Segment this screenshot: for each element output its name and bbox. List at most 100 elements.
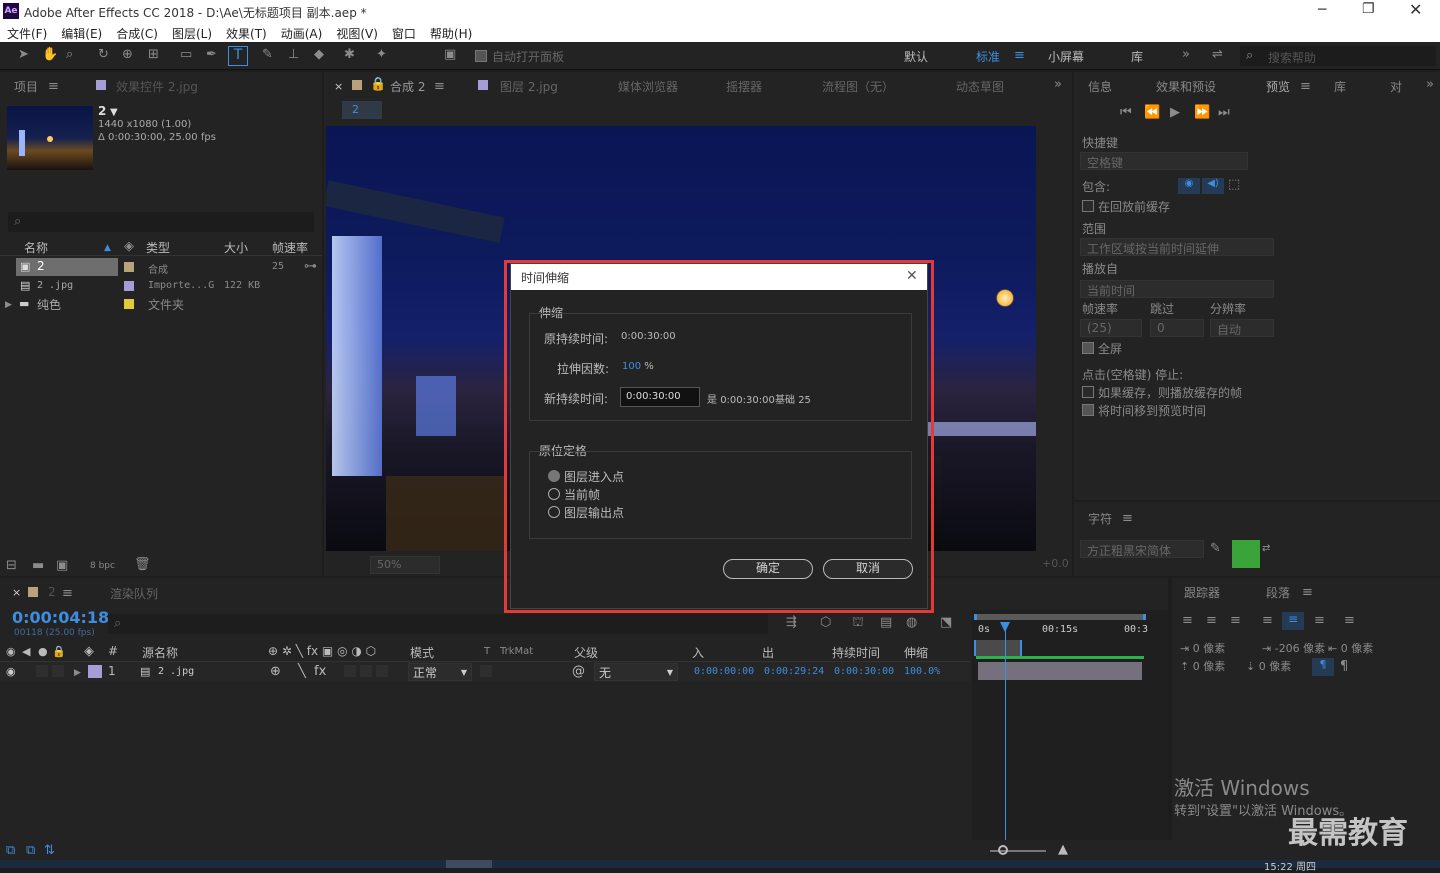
tab-preview[interactable]: 预览 (1266, 78, 1290, 95)
swap-colors-icon[interactable]: ⇄ (1262, 542, 1270, 556)
last-frame-icon[interactable]: ⏭ (1218, 106, 1230, 120)
character-menu-icon[interactable]: ≡ (1122, 512, 1133, 526)
flowchart-icon[interactable]: ⊶ (304, 260, 317, 274)
bit-depth-button[interactable]: 8 bpc (90, 561, 115, 571)
project-row[interactable]: ▤ 2 .jpg Importe...G 122 KB (0, 277, 302, 295)
dialog-close-icon[interactable]: ✕ (906, 269, 918, 283)
tab-effects-presets[interactable]: 效果和预设 (1156, 78, 1216, 95)
close-tab-icon[interactable]: × (12, 586, 21, 600)
cancel-button[interactable]: 取消 (823, 559, 913, 579)
project-menu-icon[interactable]: ≡ (48, 80, 59, 94)
layer-in[interactable]: 0:00:00:00 (694, 666, 754, 677)
lock-icon[interactable]: 🔒 (370, 78, 386, 92)
rtl-direction-icon[interactable]: ¶ (1340, 660, 1348, 674)
ltr-direction-icon[interactable]: ¶ (1312, 658, 1334, 676)
cache-before-checkbox[interactable] (1082, 200, 1094, 212)
shortcut-select[interactable]: 空格键 (1080, 152, 1248, 170)
col-parent[interactable]: 父级 (574, 644, 598, 661)
menu-view[interactable]: 视图(V) (329, 22, 385, 42)
justify-center-icon[interactable]: ≡ (1282, 612, 1304, 630)
indent-left[interactable]: ⇥ 0 像素 (1180, 640, 1225, 656)
col-type[interactable]: 类型 (146, 239, 170, 256)
label-color-swatch[interactable] (124, 299, 134, 309)
play-from-select[interactable]: 当前时间 (1080, 280, 1274, 298)
toggle-switches-icon[interactable]: ⧉ (26, 844, 35, 858)
camera-tool-icon[interactable]: ⊕ (122, 48, 133, 62)
zoom-in-icon[interactable]: ▲ (1058, 843, 1068, 857)
skip-select[interactable]: 0 (1150, 319, 1204, 337)
if-cached-checkbox[interactable] (1082, 386, 1094, 398)
dropdown-arrow-icon[interactable]: ▼ (110, 106, 118, 120)
new-folder-icon[interactable]: ▬ (32, 559, 44, 573)
menu-window[interactable]: 窗口 (385, 22, 423, 42)
layer-row[interactable]: ◉ ▶ 1 ▤ 2 .jpg ⊕ ╲ fx 正常 ▼ @ 无 ▼ 0:00:00:0… (0, 662, 970, 682)
menu-composition[interactable]: 合成(C) (109, 22, 165, 42)
resolution-select[interactable]: 自动 (1210, 319, 1274, 337)
expand-arrow-icon[interactable]: ▶ (5, 298, 12, 312)
tab-align[interactable]: 对 (1390, 78, 1402, 95)
font-family-select[interactable]: 方正粗黑宋简体 (1080, 540, 1204, 558)
workspace-default[interactable]: 默认 (904, 48, 928, 65)
justify-left-icon[interactable]: ≡ (1262, 614, 1273, 628)
include-video-toggle[interactable]: ◉ (1178, 178, 1200, 194)
visibility-icon[interactable]: ◉ (6, 665, 16, 679)
render-time-icon[interactable]: ⧉ (6, 844, 15, 858)
radio-current-frame[interactable] (548, 488, 560, 500)
sync-icon[interactable]: ⇌ (1212, 48, 1223, 62)
trash-icon[interactable]: 🗑 (134, 558, 151, 572)
tab-timeline-comp[interactable]: 2 (48, 585, 56, 599)
roto-tool-icon[interactable]: ✱ (344, 48, 355, 62)
align-left-icon[interactable]: ≡ (1182, 614, 1193, 628)
parent-select[interactable]: 无 ▼ (594, 663, 678, 681)
frame-blending-icon[interactable]: ▤ (880, 616, 892, 630)
tab-character[interactable]: 字符 (1088, 510, 1112, 527)
work-area-bar[interactable] (974, 614, 1146, 620)
comp-menu-icon[interactable]: ≡ (434, 80, 445, 94)
fps-select[interactable]: (25) (1080, 319, 1142, 337)
menu-effect[interactable]: 效果(T) (219, 22, 274, 42)
menu-file[interactable]: 文件(F) (0, 22, 54, 42)
current-time-indicator[interactable] (1005, 622, 1006, 840)
col-mode[interactable]: 模式 (410, 644, 434, 661)
collapse-switch-icon[interactable]: ⊕ (270, 665, 281, 679)
label-color-swatch[interactable] (124, 262, 134, 272)
col-duration[interactable]: 持续时间 (832, 644, 880, 661)
indent-right[interactable]: ⇤ 0 像素 (1328, 640, 1373, 656)
workspace-standard[interactable]: 标准 (976, 48, 1000, 65)
new-composition-icon[interactable]: ▣ (56, 559, 68, 573)
timeline-search-input[interactable]: ⌕ (108, 614, 768, 634)
radio-layer-out-point[interactable] (548, 506, 560, 518)
col-source-name[interactable]: 源名称 (142, 644, 178, 661)
exposure-offset[interactable]: +0.0 (1042, 557, 1069, 570)
ok-button[interactable]: 确定 (723, 559, 813, 579)
fullscreen-checkbox[interactable] (1082, 342, 1094, 354)
tab-tracker[interactable]: 跟踪器 (1184, 584, 1220, 601)
quality-switch-icon[interactable]: ╲ (298, 665, 306, 679)
next-frame-icon[interactable]: ⏩ (1194, 106, 1210, 120)
search-help-field[interactable]: ⌕ 搜索帮助 (1240, 46, 1436, 66)
project-search-input[interactable]: ⌕ (8, 212, 314, 232)
zoom-tool-icon[interactable]: ⌕ (66, 48, 73, 62)
hide-shy-icon[interactable]: ⛫ (852, 616, 864, 630)
layer-stretch[interactable]: 100.0% (904, 666, 940, 677)
text-tool-icon[interactable]: T (228, 46, 248, 66)
move-time-checkbox[interactable] (1082, 404, 1094, 416)
menu-animation[interactable]: 动画(A) (274, 22, 330, 42)
range-select[interactable]: 工作区域按当前时间延伸 (1080, 238, 1274, 256)
space-after[interactable]: ⇣ 0 像素 (1246, 658, 1291, 674)
tab-render-queue[interactable]: 渲染队列 (110, 585, 158, 602)
pan-behind-tool-icon[interactable]: ⊞ (148, 48, 159, 62)
interpret-footage-icon[interactable]: ⊟ (6, 559, 17, 573)
toggle-transfer-icon[interactable]: ⇅ (44, 844, 55, 858)
radio-layer-in-point[interactable] (548, 470, 560, 482)
tab-flowchart[interactable]: 流程图（无） (822, 78, 894, 95)
more-workspaces-icon[interactable]: » (1182, 48, 1190, 62)
project-row[interactable]: ▣ 2 合成 25 ⊶ (0, 258, 317, 276)
new-duration-input[interactable]: 0:00:30:00 (620, 387, 700, 407)
workspace-menu-icon[interactable]: ≡ (1014, 49, 1025, 63)
label-color-swatch[interactable] (88, 665, 102, 678)
include-audio-toggle[interactable]: ◀) (1202, 178, 1224, 194)
align-right-icon[interactable]: ≡ (1230, 614, 1241, 628)
layer-name[interactable]: 2 .jpg (158, 666, 194, 677)
zoom-select[interactable]: 50% (370, 556, 440, 574)
